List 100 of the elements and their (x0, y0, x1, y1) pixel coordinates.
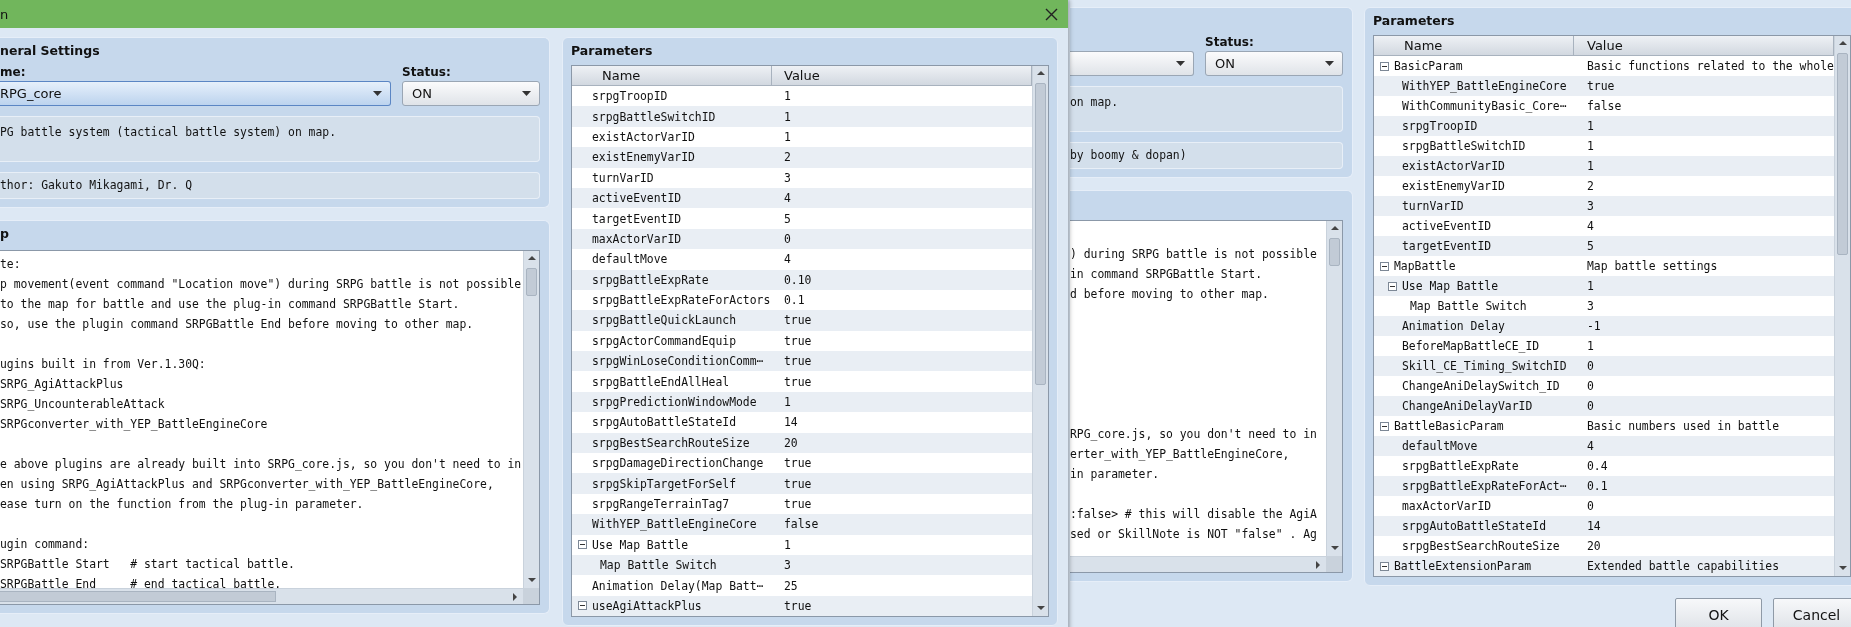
parameter-name[interactable]: WithYEP_BattleEngineCore (592, 517, 757, 532)
parameter-name[interactable]: BattleBasicParam (1394, 419, 1504, 433)
parameter-value[interactable]: Extended battle capabilities (1587, 559, 1780, 573)
parameter-value[interactable]: 0 (1587, 399, 1594, 413)
parameter-name[interactable]: srpgWinLoseConditionComm⋯ (592, 354, 764, 369)
parameter-name[interactable]: existActorVarID (592, 129, 695, 144)
parameter-name[interactable]: srpgBattleExpRate (592, 272, 709, 287)
parameter-name[interactable]: srpgBattleQuickLaunch (592, 313, 736, 328)
parameter-name[interactable]: srpgTroopID (592, 89, 668, 104)
parameter-name[interactable]: targetEventID (592, 211, 682, 226)
parameter-value[interactable]: 1 (1587, 119, 1594, 133)
column-header[interactable]: Name (1374, 36, 1574, 56)
parameter-value[interactable]: 1 (784, 537, 791, 552)
parameter-value[interactable]: 3 (784, 558, 791, 573)
parameter-value[interactable]: 0 (784, 231, 791, 246)
parameter-value[interactable]: false (784, 517, 819, 532)
parameter-value[interactable]: true (784, 497, 812, 511)
parameter-name[interactable]: Animation Delay (1402, 319, 1505, 333)
column-header[interactable]: Name (572, 66, 772, 86)
parameter-name[interactable]: srpgPredictionWindowMode (592, 395, 757, 410)
parameter-value[interactable]: 1 (1587, 139, 1594, 153)
parameter-value[interactable]: true (784, 333, 812, 348)
parameter-name[interactable]: maxActorVarID (1402, 499, 1492, 513)
parameter-name[interactable]: existEnemyVarID (592, 150, 695, 165)
parameter-name[interactable]: existActorVarID (1402, 159, 1505, 173)
parameter-value[interactable]: 2 (784, 150, 791, 165)
parameter-value[interactable]: true (784, 598, 812, 613)
parameter-value[interactable]: 1 (784, 395, 791, 410)
parameter-name[interactable]: BasicParam (1394, 59, 1463, 73)
parameter-value[interactable]: 20 (784, 435, 798, 450)
parameter-value[interactable]: -1 (1587, 319, 1601, 333)
parameter-name[interactable]: srpgBattleExpRate (1402, 459, 1519, 473)
parameter-value[interactable]: true (1587, 79, 1615, 93)
parameter-name[interactable]: srpgAutoBattleStateId (592, 415, 736, 430)
parameter-name[interactable]: srpgBestSearchRouteSize (1402, 539, 1560, 553)
parameter-value[interactable]: 3 (784, 170, 791, 185)
parameter-value[interactable]: 0.4 (1587, 459, 1608, 473)
parameter-value[interactable]: 4 (1587, 439, 1594, 453)
parameter-value[interactable]: 0 (1587, 499, 1594, 513)
parameter-value[interactable]: true (784, 476, 812, 491)
parameter-name[interactable]: Map Battle Switch (1410, 299, 1527, 313)
parameter-name[interactable]: srpgDamageDirectionChange (592, 456, 764, 471)
parameter-name[interactable]: srpgRangeTerrainTag7 (592, 497, 730, 511)
parameter-value[interactable]: Map battle settings (1587, 259, 1718, 273)
parameter-value[interactable]: Basic functions related to the whole (1587, 59, 1834, 73)
parameter-value[interactable]: 25 (784, 578, 798, 593)
parameter-name[interactable]: WithYEP_BattleEngineCore (1402, 79, 1567, 93)
parameter-value[interactable]: 1 (1587, 159, 1594, 173)
parameter-value[interactable]: 5 (1587, 239, 1594, 253)
column-header[interactable]: Value (772, 66, 1032, 86)
parameter-name[interactable]: activeEventID (592, 191, 682, 206)
parameter-name[interactable]: Use Map Battle (1402, 279, 1498, 293)
parameter-value[interactable]: 0.1 (1587, 479, 1608, 493)
parameter-name[interactable]: maxActorVarID (592, 231, 682, 246)
parameter-name[interactable]: Map Battle Switch (600, 558, 717, 573)
status-select[interactable]: ON (1205, 50, 1343, 76)
parameter-value[interactable]: 0.10 (784, 272, 812, 287)
parameter-value[interactable]: 0 (1587, 379, 1594, 393)
parameter-name[interactable]: ChangeAniDelayVarID (1402, 399, 1533, 413)
parameter-name[interactable]: srpgBattleSwitchID (592, 109, 716, 124)
parameter-name[interactable]: Use Map Battle (592, 537, 688, 552)
parameter-name[interactable]: Animation Delay(Map Batt⋯ (592, 578, 764, 593)
parameter-value[interactable]: false (1587, 99, 1622, 113)
parameter-name[interactable]: useAgiAttackPlus (592, 598, 702, 613)
parameter-name[interactable]: turnVarID (592, 170, 654, 185)
parameter-value[interactable]: 4 (784, 191, 791, 206)
parameter-value[interactable]: true (784, 374, 812, 389)
column-header[interactable]: Value (1574, 36, 1834, 56)
parameter-name[interactable]: srpgBattleSwitchID (1402, 139, 1526, 153)
parameter-name[interactable]: activeEventID (1402, 219, 1492, 233)
parameter-name[interactable]: srpgAutoBattleStateId (1402, 519, 1546, 533)
parameter-name[interactable]: WithCommunityBasic_Core⋯ (1402, 99, 1567, 113)
status-select[interactable]: ON (402, 80, 540, 106)
parameter-value[interactable]: 1 (784, 129, 791, 144)
parameter-value[interactable]: 0 (1587, 359, 1594, 373)
parameter-name[interactable]: BeforeMapBattleCE_ID (1402, 339, 1540, 353)
parameter-name[interactable]: srpgTroopID (1402, 119, 1478, 133)
parameter-value[interactable]: true (784, 313, 812, 328)
parameter-value[interactable]: true (784, 354, 812, 369)
parameter-name[interactable]: defaultMove (592, 252, 668, 267)
parameter-value[interactable]: 1 (1587, 279, 1594, 293)
parameter-value[interactable]: true (784, 456, 812, 471)
parameter-name[interactable]: targetEventID (1402, 239, 1492, 253)
parameter-value[interactable]: Basic numbers used in battle (1587, 419, 1780, 433)
dialog-button[interactable]: Cancel (1773, 598, 1851, 627)
parameter-name[interactable]: srpgBattleEndAllHeal (592, 374, 730, 389)
parameter-value[interactable]: 4 (784, 252, 791, 267)
parameter-value[interactable]: 3 (1587, 299, 1594, 313)
parameter-name[interactable]: turnVarID (1402, 199, 1464, 213)
parameter-value[interactable]: 3 (1587, 199, 1594, 213)
parameter-name[interactable]: BattleExtensionParam (1394, 559, 1532, 573)
parameter-name[interactable]: Skill_CE_Timing_SwitchID (1402, 359, 1567, 373)
parameter-name[interactable]: srpgSkipTargetForSelf (592, 476, 736, 491)
parameter-name[interactable]: srpgActorCommandEquip (592, 333, 736, 348)
parameter-name[interactable]: MapBattle (1394, 259, 1456, 273)
parameter-value[interactable]: 20 (1587, 539, 1601, 553)
parameter-value[interactable]: 1 (784, 109, 791, 124)
parameter-value[interactable]: 5 (784, 211, 791, 226)
parameter-value[interactable]: 4 (1587, 219, 1594, 233)
parameter-value[interactable]: 2 (1587, 179, 1594, 193)
